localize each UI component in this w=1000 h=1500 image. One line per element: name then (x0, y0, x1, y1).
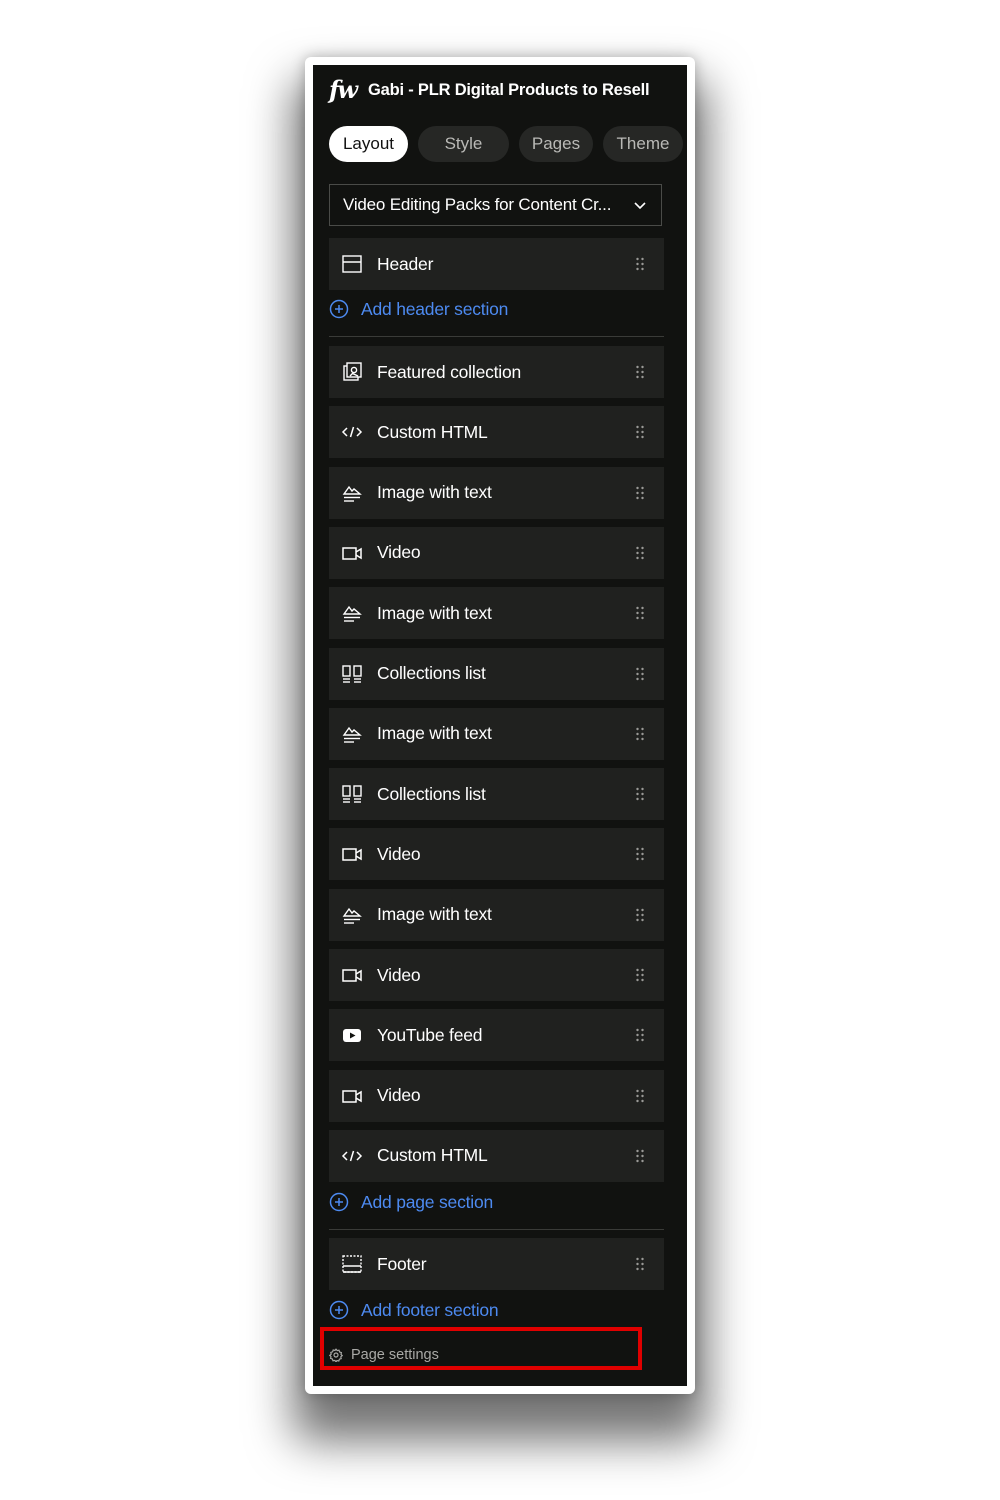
drag-handle-icon[interactable] (635, 968, 645, 982)
video-camera-icon (341, 843, 363, 865)
section-label: Video (377, 843, 421, 864)
section-label: Image with text (377, 482, 492, 503)
drag-handle-icon[interactable] (635, 486, 645, 500)
code-icon (341, 1145, 363, 1167)
panel-tabs: Layout Style Pages Theme (329, 126, 683, 162)
section-label: Video (377, 542, 421, 563)
add-header-section-link[interactable]: Add header section (329, 297, 508, 321)
section-row[interactable]: Image with text (329, 888, 664, 941)
section-row[interactable]: Featured collection (329, 346, 664, 398)
image-with-text-icon (341, 723, 363, 745)
section-row[interactable]: Image with text (329, 587, 664, 640)
drag-handle-icon[interactable] (635, 546, 645, 560)
add-header-section-label: Add header section (361, 298, 509, 319)
section-label: Custom HTML (377, 421, 488, 442)
section-label: Featured collection (377, 361, 522, 382)
drag-handle-icon[interactable] (635, 257, 645, 271)
featured-collection-icon (341, 361, 363, 383)
section-label: Collections list (377, 663, 486, 683)
add-page-section-label: Add page section (361, 1191, 494, 1212)
section-label: Header (377, 253, 434, 274)
drag-handle-icon[interactable] (635, 365, 645, 379)
drag-handle-icon[interactable] (635, 606, 645, 620)
app-logo[interactable]: fw (329, 78, 358, 102)
section-label: Collections list (377, 783, 486, 804)
section-label: Custom HTML (377, 1145, 488, 1166)
drag-handle-icon[interactable] (635, 1257, 645, 1271)
layout-panel: fw Gabi - PLR Digital Products to Resell… (313, 65, 687, 1386)
section-row[interactable]: Custom HTML (329, 1129, 664, 1182)
collections-list-icon (341, 783, 363, 805)
gear-icon (329, 1348, 343, 1362)
section-label: Image with text (377, 904, 492, 925)
code-icon (341, 421, 363, 443)
section-row[interactable]: Image with text (329, 466, 664, 519)
video-camera-icon (341, 964, 363, 986)
collections-list-icon (341, 663, 363, 685)
top-bar: fw Gabi - PLR Digital Products to Resell (329, 77, 679, 103)
tab-style[interactable]: Style (418, 126, 509, 162)
section-label: Video (377, 964, 421, 985)
drag-handle-icon[interactable] (635, 908, 645, 922)
drag-handle-icon[interactable] (635, 425, 645, 439)
page-selector-value: Video Editing Packs for Content Cr... (343, 195, 612, 214)
section-label: Video (377, 1085, 421, 1106)
add-page-section-link[interactable]: Add page section (329, 1190, 493, 1214)
video-camera-icon (341, 1085, 363, 1107)
drag-handle-icon[interactable] (635, 787, 645, 801)
section-row[interactable]: YouTube feed (329, 1009, 664, 1062)
image-with-text-icon (341, 602, 363, 624)
footer-layout-icon (341, 1253, 363, 1275)
video-camera-icon (341, 542, 363, 564)
drag-handle-icon[interactable] (635, 1028, 645, 1042)
tab-theme[interactable]: Theme (603, 126, 683, 162)
plus-circle-icon (329, 1192, 349, 1212)
add-footer-section-label: Add footer section (361, 1299, 499, 1320)
tab-layout[interactable]: Layout (329, 126, 408, 162)
drag-handle-icon[interactable] (635, 727, 645, 741)
plus-circle-icon (329, 1300, 349, 1320)
youtube-icon (341, 1024, 363, 1046)
editor-window-frame: fw Gabi - PLR Digital Products to Resell… (305, 57, 695, 1394)
section-label: YouTube feed (377, 1024, 483, 1045)
image-with-text-icon (341, 482, 363, 504)
section-row[interactable]: Video (329, 526, 664, 579)
add-footer-section-link[interactable]: Add footer section (329, 1298, 499, 1322)
drag-handle-icon[interactable] (635, 1089, 645, 1103)
drag-handle-icon[interactable] (635, 847, 645, 861)
plus-circle-icon (329, 299, 349, 319)
page-settings-button[interactable]: Page settings (329, 1345, 439, 1365)
chevron-down-icon (634, 202, 646, 210)
drag-handle-icon[interactable] (635, 667, 645, 681)
section-label: Image with text (377, 723, 492, 744)
section-row[interactable]: Collections list (329, 647, 664, 700)
divider (329, 1229, 664, 1230)
footer-section-row[interactable]: Footer (329, 1238, 664, 1290)
store-title: Gabi - PLR Digital Products to Resell (367, 80, 650, 99)
section-row[interactable]: Collections list (329, 768, 664, 821)
section-label: Footer (377, 1253, 427, 1274)
section-row[interactable]: Video (329, 1069, 664, 1122)
divider (329, 336, 664, 337)
section-row[interactable]: Custom HTML (329, 406, 664, 459)
section-row[interactable]: Video (329, 949, 664, 1001)
header-layout-icon (341, 253, 363, 275)
section-row[interactable]: Image with text (329, 707, 664, 760)
section-label: Image with text (377, 602, 492, 623)
header-section-row[interactable]: Header (329, 238, 664, 290)
drag-handle-icon[interactable] (635, 1149, 645, 1163)
image-with-text-icon (341, 904, 363, 926)
page-settings-label: Page settings (351, 1347, 439, 1363)
page-selector-dropdown[interactable]: Video Editing Packs for Content Cr... (329, 184, 662, 226)
tab-pages[interactable]: Pages (519, 126, 593, 162)
section-row[interactable]: Video (329, 828, 664, 881)
